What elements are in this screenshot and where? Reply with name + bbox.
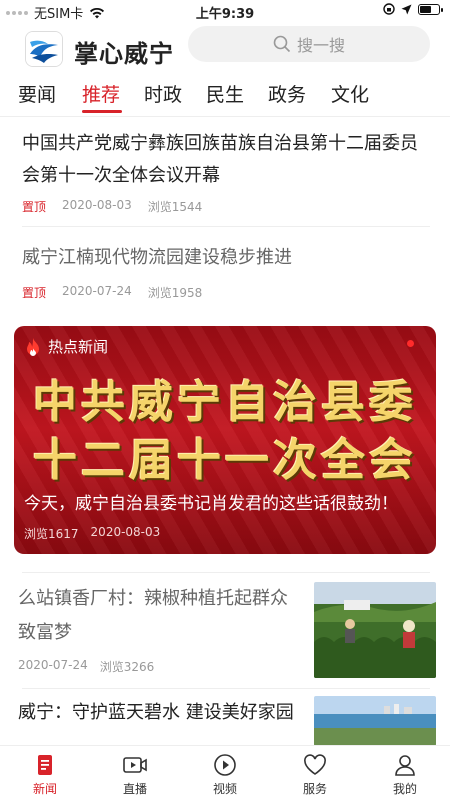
feed-meta: 2020-07-24 浏览3266 bbox=[18, 658, 154, 675]
feed-item[interactable]: 么站镇香厂村：辣椒种植托起群众致富梦 2020-07-24 浏览3266 bbox=[18, 582, 436, 682]
nav-mine[interactable]: 我的 bbox=[360, 746, 450, 801]
nav-news[interactable]: 新闻 bbox=[0, 746, 90, 801]
feed-views: 浏览3266 bbox=[99, 660, 155, 674]
heart-icon bbox=[304, 754, 326, 775]
app-header: 掌心威宁 搜一搜 bbox=[0, 24, 450, 74]
article-meta: 置顶 2020-07-24 浏览1958 bbox=[22, 284, 430, 301]
article-date: 2020-08-03 bbox=[62, 198, 132, 212]
article-item[interactable]: 中国共产党威宁彝族回族苗族自治县第十二届委员会第十一次全体会议开幕 置顶 202… bbox=[22, 128, 430, 215]
article-views: 浏览1958 bbox=[147, 286, 203, 300]
search-placeholder: 搜一搜 bbox=[296, 36, 345, 55]
nav-live[interactable]: 直播 bbox=[90, 746, 180, 801]
article-title: 威宁江楠现代物流园建设稳步推进 bbox=[22, 247, 292, 268]
article-meta: 置顶 2020-08-03 浏览1544 bbox=[22, 198, 430, 215]
app-title: 掌心威宁 bbox=[74, 39, 174, 68]
article-title: 中国共产党威宁彝族回族苗族自治县第十二届委员会第十一次全体会议开幕 bbox=[22, 133, 418, 186]
nav-service-label: 服务 bbox=[302, 782, 327, 796]
bottom-nav: 新闻 直播 视频 服务 我的 bbox=[0, 745, 450, 801]
hot-news-meta: 浏览1617 2020-08-03 bbox=[24, 525, 160, 542]
article-views: 浏览1544 bbox=[147, 200, 203, 214]
nav-mine-label: 我的 bbox=[392, 782, 417, 796]
article-date: 2020-07-24 bbox=[62, 284, 132, 298]
feed-date: 2020-07-24 bbox=[18, 658, 88, 672]
nav-service[interactable]: 服务 bbox=[270, 746, 360, 801]
search-bar[interactable]: 搜一搜 bbox=[188, 26, 430, 62]
feed-item[interactable]: 威宁：守护蓝天碧水 建设美好家园 bbox=[18, 696, 436, 746]
divider bbox=[22, 572, 430, 573]
banner-text-line1: 中共威宁自治县委 bbox=[33, 377, 417, 428]
nav-live-label: 直播 bbox=[122, 782, 147, 796]
rotation-lock-icon bbox=[383, 3, 395, 15]
banner-text-line2: 十二届十一次全会 bbox=[33, 435, 417, 486]
hot-news-title: 热点新闻 bbox=[48, 338, 109, 356]
divider bbox=[22, 688, 430, 689]
live-icon bbox=[123, 757, 147, 773]
hot-news-headline: 今天，威宁自治县委书记肖发君的这些话很鼓劲！ bbox=[24, 494, 398, 514]
pinned-badge: 置顶 bbox=[22, 200, 47, 214]
search-icon bbox=[273, 35, 291, 53]
article-item[interactable]: 威宁江楠现代物流园建设稳步推进 置顶 2020-07-24 浏览1958 bbox=[22, 242, 430, 301]
news-icon bbox=[38, 755, 52, 775]
tab-yaowen[interactable]: 要闻 bbox=[18, 80, 56, 107]
divider bbox=[22, 226, 430, 227]
user-icon bbox=[395, 755, 415, 776]
feed-title: 威宁：守护蓝天碧水 建设美好家园 bbox=[18, 702, 294, 723]
hot-news-date: 2020-08-03 bbox=[90, 525, 161, 539]
tab-zhengwu[interactable]: 政务 bbox=[268, 80, 306, 107]
feed-title: 么站镇香厂村：辣椒种植托起群众致富梦 bbox=[18, 588, 288, 643]
category-tabs: 要闻 推荐 时政 民生 政务 文化 bbox=[0, 74, 450, 117]
tab-minsheng[interactable]: 民生 bbox=[206, 80, 244, 107]
nav-video[interactable]: 视频 bbox=[180, 746, 270, 801]
hot-news-label: 热点新闻 bbox=[24, 336, 108, 357]
status-right bbox=[383, 3, 443, 15]
indicator-dot bbox=[407, 340, 414, 347]
status-bar: 无SIM卡 上午9:39 bbox=[0, 0, 450, 22]
hot-news-card[interactable]: 热点新闻 中共威宁自治县委 十二届十一次全会 今天，威宁自治县委书记肖发君的这些… bbox=[14, 326, 436, 554]
location-icon bbox=[401, 4, 412, 14]
tab-tuijian[interactable]: 推荐 bbox=[82, 80, 120, 107]
play-icon bbox=[214, 754, 236, 776]
feed-thumbnail bbox=[314, 696, 436, 746]
nav-video-label: 视频 bbox=[212, 782, 237, 796]
battery-icon bbox=[418, 3, 443, 15]
nav-news-label: 新闻 bbox=[32, 782, 57, 796]
tab-wenhua[interactable]: 文化 bbox=[331, 80, 369, 107]
pinned-badge: 置顶 bbox=[22, 286, 47, 300]
app-logo-icon bbox=[26, 32, 62, 66]
feed-thumbnail bbox=[314, 582, 436, 678]
tab-shizheng[interactable]: 时政 bbox=[144, 80, 182, 107]
hot-news-views: 浏览1617 bbox=[24, 527, 79, 541]
active-tab-indicator bbox=[82, 110, 122, 113]
flame-icon bbox=[27, 337, 39, 356]
